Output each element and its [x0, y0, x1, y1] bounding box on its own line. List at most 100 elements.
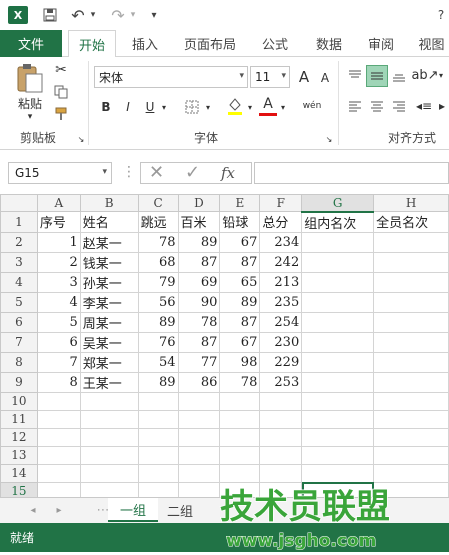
cell-g6[interactable]	[301, 311, 375, 333]
cell-d6[interactable]: 78	[177, 311, 221, 333]
cell-c2[interactable]: 78	[137, 231, 179, 253]
cell-b15[interactable]	[79, 481, 139, 497]
cell-f6[interactable]: 254	[259, 311, 303, 333]
tab-home[interactable]: 开始	[68, 30, 116, 58]
cell-a14[interactable]	[36, 463, 81, 483]
cell-d8[interactable]: 77	[177, 351, 221, 373]
cell-a8[interactable]: 7	[36, 351, 81, 373]
cell-d4[interactable]: 69	[177, 271, 221, 293]
cell-h1[interactable]: 全员名次	[373, 211, 449, 233]
tab-page-layout[interactable]: 页面布局	[178, 30, 242, 57]
cell-g13[interactable]	[301, 445, 375, 465]
cell-g11[interactable]	[301, 409, 375, 429]
cell-d15[interactable]	[177, 481, 221, 497]
cell-d10[interactable]	[177, 391, 221, 411]
cell-a1[interactable]: 序号	[36, 211, 81, 233]
cell-e13[interactable]	[219, 445, 261, 465]
format-painter-icon[interactable]	[52, 105, 70, 123]
cell-f3[interactable]: 242	[259, 251, 303, 273]
cell-e1[interactable]: 铅球	[219, 211, 261, 233]
cell-b10[interactable]	[79, 391, 139, 411]
tab-formulas[interactable]: 公式	[254, 30, 296, 57]
cell-a11[interactable]	[36, 409, 81, 429]
cell-f4[interactable]: 213	[259, 271, 303, 293]
cell-f1[interactable]: 总分	[259, 211, 303, 233]
cell-f2[interactable]: 234	[259, 231, 303, 253]
sheet-tab-group1[interactable]: 一组	[108, 498, 158, 522]
cell-g4[interactable]	[301, 271, 375, 293]
undo-dropdown-icon[interactable]: ▾	[88, 6, 98, 24]
top-align-icon[interactable]	[346, 67, 364, 85]
cell-e8[interactable]: 98	[219, 351, 261, 373]
cell-d7[interactable]: 87	[177, 331, 221, 353]
row-header-1[interactable]: 1	[0, 211, 38, 233]
cell-e3[interactable]: 87	[219, 251, 261, 273]
paste-button[interactable]: 粘贴	[14, 95, 46, 111]
cell-g12[interactable]	[301, 427, 375, 447]
cell-d5[interactable]: 90	[177, 291, 221, 313]
cell-f15[interactable]	[259, 481, 303, 497]
align-right-icon[interactable]	[390, 97, 408, 115]
cell-a7[interactable]: 6	[36, 331, 81, 353]
next-sheet-icon[interactable]: ▸	[52, 498, 66, 522]
cell-h4[interactable]	[373, 271, 449, 293]
cell-a6[interactable]: 5	[36, 311, 81, 333]
cell-f5[interactable]: 235	[259, 291, 303, 313]
tab-file[interactable]: 文件	[0, 30, 62, 57]
cell-b8[interactable]: 郑某一	[79, 351, 139, 373]
column-header-d[interactable]: D	[177, 194, 221, 212]
borders-dropdown-icon[interactable]: ▾	[203, 99, 213, 115]
font-color-dropdown-icon[interactable]: ▾	[278, 99, 288, 115]
cell-f11[interactable]	[259, 409, 303, 429]
cell-h15[interactable]	[373, 481, 449, 497]
formula-input[interactable]	[254, 162, 449, 184]
cell-d2[interactable]: 89	[177, 231, 221, 253]
cell-f8[interactable]: 229	[259, 351, 303, 373]
underline-dropdown-icon[interactable]: ▾	[159, 99, 169, 115]
insert-function-button[interactable]: fx	[221, 164, 235, 182]
cell-e15[interactable]	[219, 481, 261, 497]
font-launcher-icon[interactable]: ↘	[324, 134, 334, 144]
fill-color-dropdown-icon[interactable]: ▾	[245, 99, 255, 115]
cell-f13[interactable]	[259, 445, 303, 465]
cell-d1[interactable]: 百米	[177, 211, 221, 233]
cell-e14[interactable]	[219, 463, 261, 483]
row-header-8[interactable]: 8	[0, 351, 38, 373]
cell-f10[interactable]	[259, 391, 303, 411]
cell-b13[interactable]	[79, 445, 139, 465]
align-center-icon[interactable]	[368, 97, 386, 115]
font-name-dropdown-icon[interactable]: ▾	[239, 71, 244, 81]
copy-icon[interactable]	[52, 83, 70, 101]
font-size-combo[interactable]: 11 ▾	[250, 66, 290, 88]
row-header-9[interactable]: 9	[0, 371, 38, 393]
row-header-3[interactable]: 3	[0, 251, 38, 273]
bold-button[interactable]: B	[98, 97, 114, 117]
row-header-4[interactable]: 4	[0, 271, 38, 293]
cell-c1[interactable]: 跳远	[137, 211, 179, 233]
cell-e2[interactable]: 67	[219, 231, 261, 253]
cell-b14[interactable]	[79, 463, 139, 483]
cell-f7[interactable]: 230	[259, 331, 303, 353]
underline-button[interactable]: U	[142, 97, 158, 117]
cell-h3[interactable]	[373, 251, 449, 273]
cell-d3[interactable]: 87	[177, 251, 221, 273]
borders-icon[interactable]	[182, 97, 202, 117]
middle-align-icon[interactable]	[366, 65, 388, 87]
row-header-12[interactable]: 12	[0, 427, 38, 447]
cell-e7[interactable]: 67	[219, 331, 261, 353]
cell-d9[interactable]: 86	[177, 371, 221, 393]
cell-a5[interactable]: 4	[36, 291, 81, 313]
cell-g14[interactable]	[301, 463, 375, 483]
cell-d13[interactable]	[177, 445, 221, 465]
column-header-b[interactable]: B	[79, 194, 139, 212]
cell-e12[interactable]	[219, 427, 261, 447]
redo-dropdown-icon[interactable]: ▾	[128, 6, 138, 24]
cell-a15[interactable]	[36, 481, 81, 497]
name-box-dropdown-icon[interactable]: ▾	[102, 167, 107, 177]
prev-sheet-icon[interactable]: ◂	[26, 498, 40, 522]
column-header-f[interactable]: F	[259, 194, 303, 212]
cell-b1[interactable]: 姓名	[79, 211, 139, 233]
column-header-c[interactable]: C	[137, 194, 179, 212]
cell-h12[interactable]	[373, 427, 449, 447]
column-header-h[interactable]: H	[373, 194, 449, 212]
